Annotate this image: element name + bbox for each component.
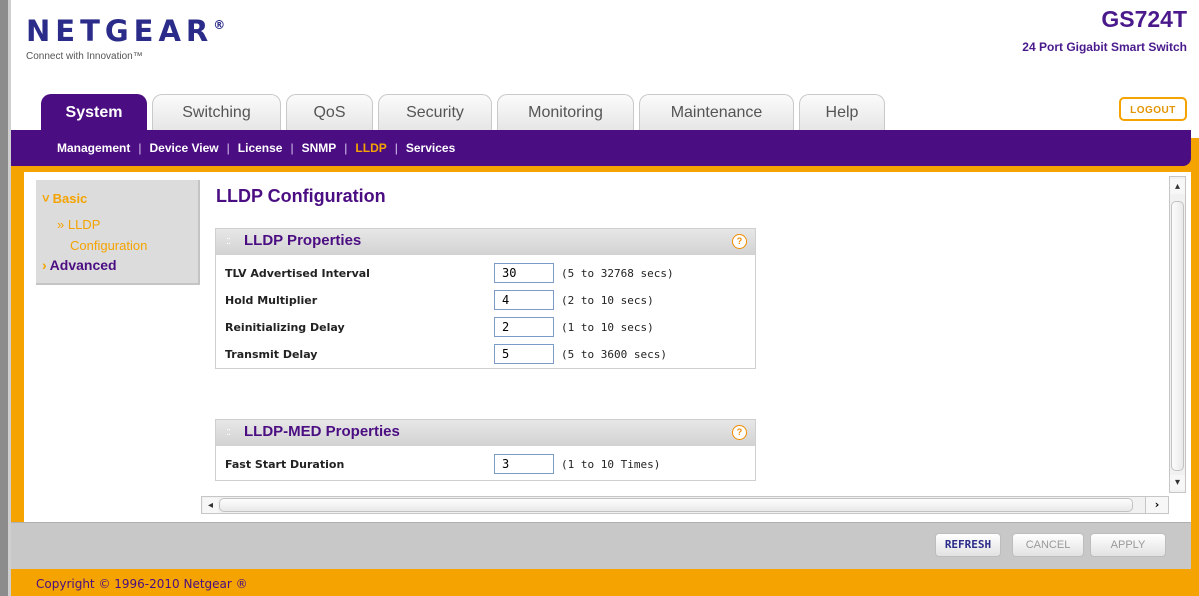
help-icon[interactable]: ? <box>732 425 747 440</box>
tagline: Connect with Innovation™ <box>26 51 143 62</box>
field-range: (5 to 32768 secs) <box>561 267 674 280</box>
subnav-management[interactable]: Management <box>57 130 130 166</box>
model-name: GS724T <box>1101 6 1187 32</box>
vertical-scrollbar[interactable]: ▴ ▾ <box>1169 176 1186 493</box>
form-row: Fast Start Duration (1 to 10 Times) <box>216 452 755 479</box>
separator: | <box>394 141 398 155</box>
hold-multiplier-input[interactable] <box>494 290 554 310</box>
sidebar-item-lldp-configuration[interactable]: » LLDP Configuration <box>57 213 177 255</box>
form-row: Reinitializing Delay (1 to 10 secs) <box>216 315 755 342</box>
chevron-left-icon[interactable]: ◂ <box>203 498 218 513</box>
field-label: Transmit Delay <box>225 348 318 361</box>
sidebar: ˅ Basic » LLDP Configuration › Advanced <box>36 180 200 285</box>
reinitializing-delay-input[interactable] <box>494 317 554 337</box>
tab-switching[interactable]: Switching <box>152 94 281 130</box>
apply-button[interactable]: APPLY <box>1090 533 1166 557</box>
model-description: 24 Port Gigabit Smart Switch <box>1022 40 1187 54</box>
drag-handle-icon: :: <box>226 235 231 247</box>
subnav-lldp[interactable]: LLDP <box>355 130 386 166</box>
drag-handle-icon: :: <box>226 426 231 438</box>
subnav-services[interactable]: Services <box>406 130 455 166</box>
tab-qos[interactable]: QoS <box>286 94 373 130</box>
chevron-down-icon: ˅ <box>42 191 50 206</box>
lldp-properties-panel: :: LLDP Properties ? TLV Advertised Inte… <box>215 228 756 369</box>
refresh-button[interactable]: REFRESH <box>935 533 1001 557</box>
fast-start-duration-input[interactable] <box>494 454 554 474</box>
form-row: TLV Advertised Interval (5 to 32768 secs… <box>216 261 755 288</box>
separator: | <box>226 141 230 155</box>
tab-maintenance[interactable]: Maintenance <box>639 94 794 130</box>
field-label: Fast Start Duration <box>225 458 345 471</box>
tab-monitoring[interactable]: Monitoring <box>497 94 634 130</box>
separator: | <box>138 141 142 155</box>
chevron-right-icon[interactable]: › <box>1145 496 1169 514</box>
subnav-snmp[interactable]: SNMP <box>302 130 337 166</box>
field-range: (1 to 10 Times) <box>561 458 661 471</box>
field-label: Reinitializing Delay <box>225 321 345 334</box>
chevron-down-icon[interactable]: ▾ <box>1170 475 1185 490</box>
horizontal-scroll-thumb[interactable] <box>219 498 1133 512</box>
netgear-logo: NETGEAR® <box>26 14 226 48</box>
chevron-up-icon[interactable]: ▴ <box>1170 179 1185 194</box>
field-label: TLV Advertised Interval <box>225 267 370 280</box>
cancel-button[interactable]: CANCEL <box>1012 533 1084 557</box>
tab-security[interactable]: Security <box>378 94 492 130</box>
chevron-right-icon: › <box>42 257 47 273</box>
panel-header: :: LLDP Properties ? <box>216 229 755 255</box>
app-frame: NETGEAR® Connect with Innovation™ GS724T… <box>0 0 1199 596</box>
lldp-med-properties-panel: :: LLDP-MED Properties ? Fast Start Dura… <box>215 419 756 481</box>
field-range: (2 to 10 secs) <box>561 294 654 307</box>
tab-help[interactable]: Help <box>799 94 885 130</box>
vertical-scroll-thumb[interactable] <box>1171 201 1184 471</box>
copyright-text: Copyright © 1996-2010 Netgear ® <box>36 577 248 591</box>
sidebar-item-basic[interactable]: ˅ Basic <box>42 191 87 206</box>
page-title: LLDP Configuration <box>216 186 386 206</box>
panel-title: LLDP-MED Properties <box>244 423 400 440</box>
transmit-delay-input[interactable] <box>494 344 554 364</box>
form-row: Hold Multiplier (2 to 10 secs) <box>216 288 755 315</box>
sub-navigation-bar: Management | Device View | License | SNMP | LLDP… <box>11 130 1191 166</box>
form-row: Transmit Delay (5 to 3600 secs) <box>216 342 755 369</box>
sidebar-item-advanced[interactable]: › Advanced <box>42 257 117 273</box>
field-range: (5 to 3600 secs) <box>561 348 667 361</box>
panel-header: :: LLDP-MED Properties ? <box>216 420 755 446</box>
field-range: (1 to 10 secs) <box>561 321 654 334</box>
panel-title: LLDP Properties <box>244 232 362 249</box>
subnav-device-view[interactable]: Device View <box>149 130 218 166</box>
tlv-advertised-interval-input[interactable] <box>494 263 554 283</box>
subnav-license[interactable]: License <box>238 130 283 166</box>
horizontal-scrollbar[interactable]: ◂ <box>201 496 1169 514</box>
sub-navigation: Management | Device View | License | SNMP | LLDP… <box>57 130 455 166</box>
logout-button[interactable]: LOGOUT <box>1119 97 1187 121</box>
window-edge <box>0 0 8 596</box>
separator: | <box>344 141 348 155</box>
field-label: Hold Multiplier <box>225 294 318 307</box>
separator: | <box>290 141 294 155</box>
help-icon[interactable]: ? <box>732 234 747 249</box>
